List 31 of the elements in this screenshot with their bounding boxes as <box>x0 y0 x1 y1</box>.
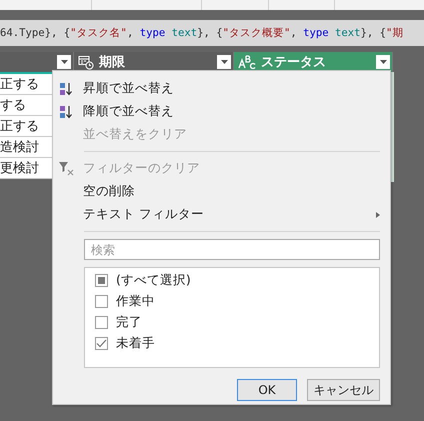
menu-item[interactable]: テキスト フィルター <box>53 203 390 226</box>
checkbox[interactable] <box>95 316 108 329</box>
checkbox[interactable] <box>95 295 108 308</box>
text-type-icon <box>238 55 256 69</box>
checkbox[interactable] <box>95 337 108 350</box>
value-label: (すべて選択) <box>116 272 191 289</box>
column-header[interactable] <box>0 52 74 72</box>
caret-icon <box>60 60 68 64</box>
submenu-arrow-icon <box>376 212 380 218</box>
ok-button[interactable]: OK <box>237 379 297 401</box>
search-field[interactable]: 検索 <box>84 239 380 260</box>
clear-filter-icon <box>59 162 75 176</box>
column-filter-button[interactable] <box>57 55 71 69</box>
column-filter-button[interactable] <box>217 55 231 69</box>
column-title: 期限 <box>99 54 126 71</box>
calendar-icon <box>78 54 94 70</box>
value-label: 作業中 <box>116 293 155 310</box>
column-title: ステータス <box>261 54 327 71</box>
value-label: 未着手 <box>116 335 155 352</box>
cancel-button[interactable]: キャンセル <box>307 379 380 401</box>
formula-text: 64.Type}, {"タスク名", type text}, {"タスク概要", type text}, {"期 <box>0 26 404 40</box>
checkbox[interactable] <box>95 274 108 287</box>
value-label: 完了 <box>116 314 142 331</box>
formula-bar[interactable]: 64.Type}, {"タスク名", type text}, {"タスク概要", type text}, {"期 <box>0 20 424 46</box>
menu-item[interactable]: 空の削除 <box>53 180 390 203</box>
column-filter-button[interactable] <box>376 55 390 69</box>
column-header[interactable]: 期限 <box>74 52 234 72</box>
caret-icon <box>380 60 386 64</box>
sort-descending-icon <box>59 104 73 118</box>
sort-ascending-icon <box>59 82 73 96</box>
caret-icon <box>220 60 228 64</box>
